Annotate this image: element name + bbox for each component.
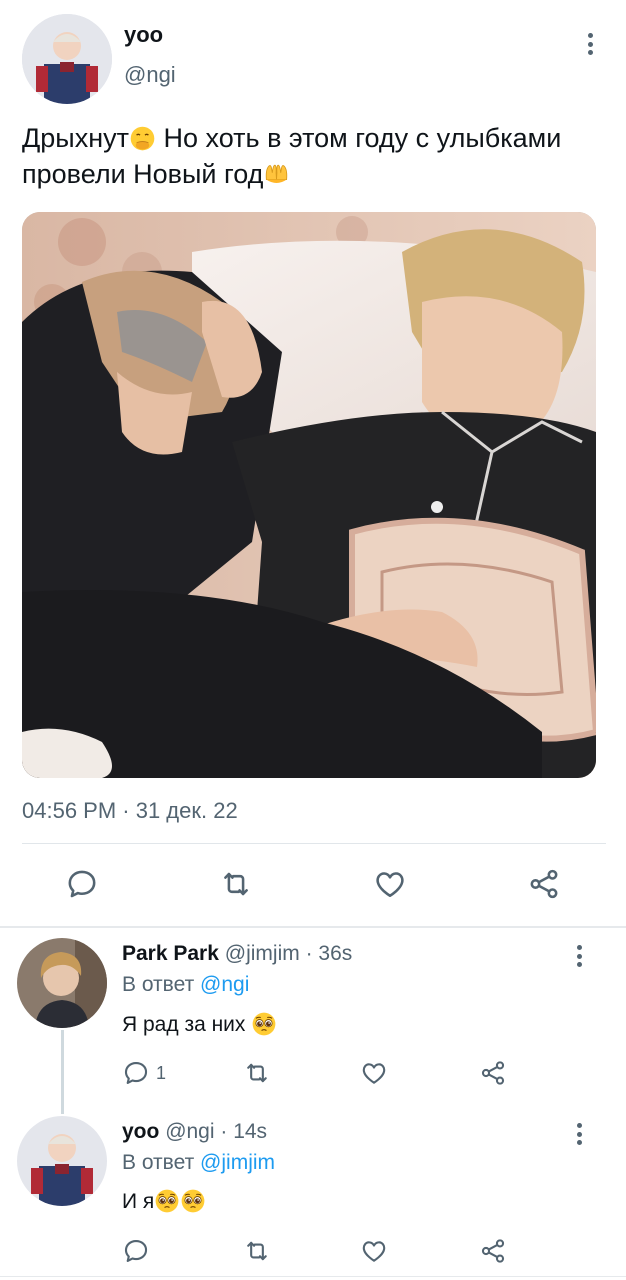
pleading-face-icon	[251, 1011, 277, 1037]
reply-icon[interactable]	[62, 864, 102, 904]
reply-text: И я	[122, 1188, 206, 1214]
thread-line	[61, 1030, 64, 1114]
reply-mention[interactable]: @jimjim	[200, 1151, 275, 1174]
retweet-icon[interactable]	[216, 864, 256, 904]
reply-text-content: И я	[122, 1190, 155, 1213]
reply-prefix: В ответ	[122, 1151, 195, 1174]
replier-avatar[interactable]	[17, 1116, 107, 1206]
reply-text: Я рад за них	[122, 1011, 277, 1037]
tweet-text: Дрыхнут Но хоть в этом году с улыбками п…	[22, 120, 612, 192]
share-icon[interactable]	[524, 864, 564, 904]
author-handle[interactable]: @ngi	[124, 62, 176, 88]
reply-prefix: В ответ	[122, 973, 195, 996]
section-divider	[0, 926, 626, 928]
tweet-text-part1: Дрыхнут	[22, 123, 129, 153]
replier-handle-time: @ngi · 14s	[165, 1120, 268, 1143]
replier-avatar[interactable]	[17, 938, 107, 1028]
more-options-icon[interactable]	[569, 943, 589, 969]
retweet-icon[interactable]	[243, 1058, 271, 1088]
author-avatar[interactable]	[22, 14, 112, 104]
reply-count: 1	[156, 1062, 167, 1083]
main-tweet: yoo @ngi Дрыхнут Но хоть в этом году с у…	[0, 0, 626, 928]
reply-context: В ответ @jimjim	[122, 1151, 275, 1175]
divider	[0, 1276, 626, 1277]
reply-context: В ответ @ngi	[122, 973, 249, 997]
reply-mention[interactable]: @ngi	[200, 973, 249, 996]
author-name[interactable]: yoo	[124, 22, 163, 48]
divider	[22, 843, 606, 844]
more-options-icon[interactable]	[569, 1121, 589, 1147]
tweet-timestamp[interactable]: 04:56 PM · 31 дек. 22	[22, 798, 238, 824]
like-icon[interactable]	[360, 1236, 388, 1266]
replier-handle-time: @jimjim · 36s	[224, 942, 353, 965]
replier-name[interactable]: Park Park	[122, 942, 219, 965]
tweet-photo[interactable]	[22, 212, 596, 778]
share-icon[interactable]	[479, 1236, 507, 1266]
palms-up-together-icon	[263, 161, 290, 188]
reply-text-content: Я рад за них	[122, 1013, 246, 1036]
share-icon[interactable]	[479, 1058, 507, 1088]
more-options-icon[interactable]	[580, 31, 600, 57]
retweet-icon[interactable]	[243, 1236, 271, 1266]
reply-icon[interactable]: 1	[122, 1058, 166, 1088]
pleading-face-icon	[154, 1188, 180, 1214]
reply-header: Park Park @jimjim · 36s	[122, 942, 352, 966]
reply-header: yoo @ngi · 14s	[122, 1120, 267, 1144]
like-icon[interactable]	[370, 864, 410, 904]
reply-icon[interactable]	[122, 1236, 150, 1266]
pleading-face-icon	[180, 1188, 206, 1214]
like-icon[interactable]	[360, 1058, 388, 1088]
replier-name[interactable]: yoo	[122, 1120, 159, 1143]
face-with-hand-over-mouth-icon	[129, 125, 156, 152]
